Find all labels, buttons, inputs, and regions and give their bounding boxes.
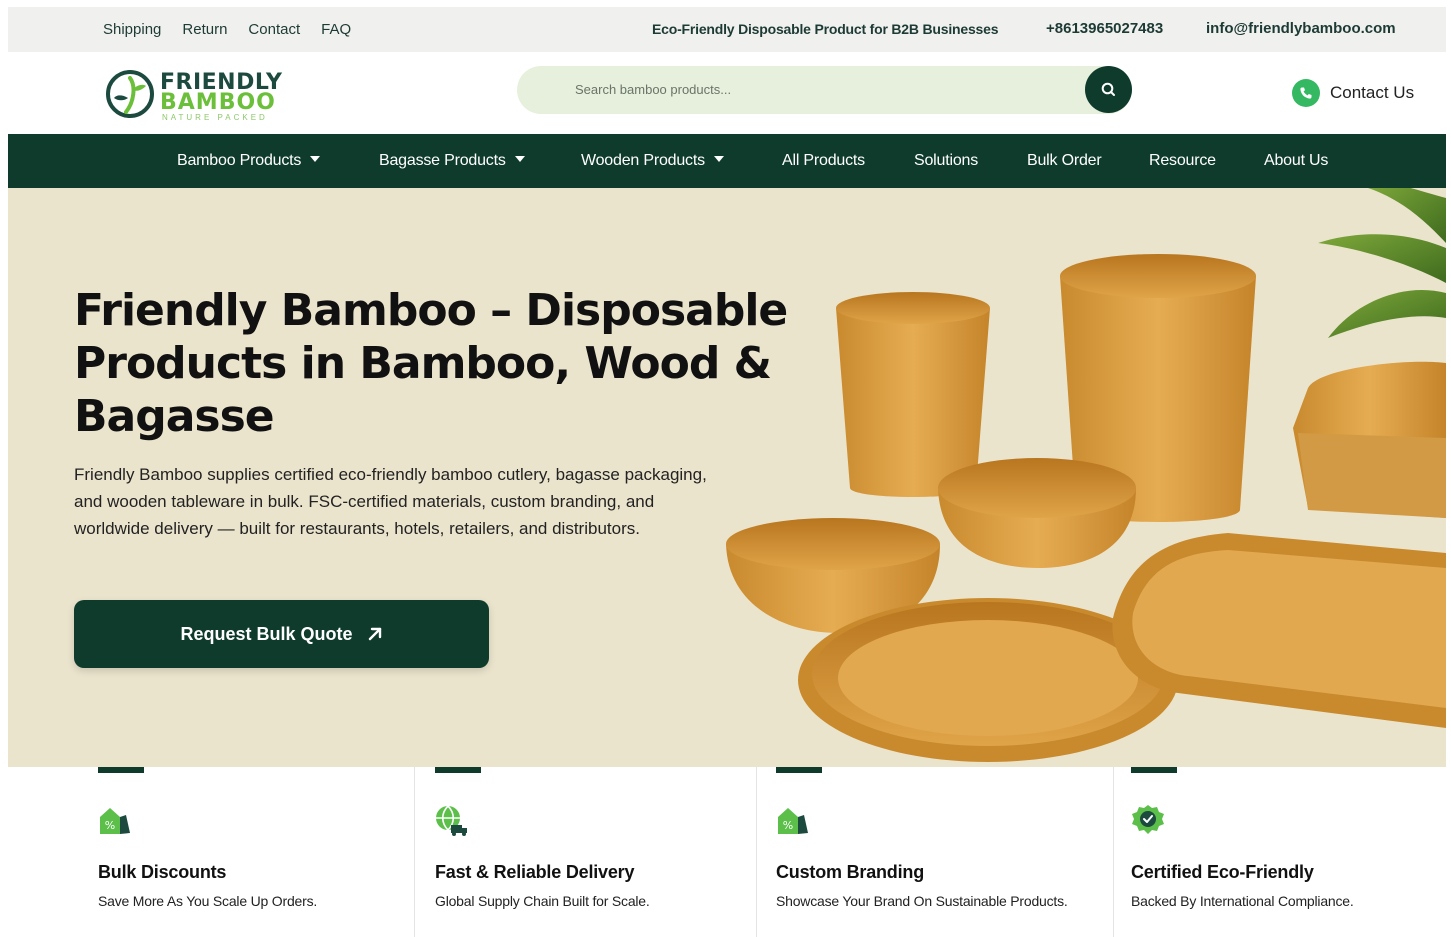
feature-card: Certified Eco-Friendly Backed By Interna… xyxy=(1113,767,1446,937)
search-bar[interactable]: Search bamboo products... xyxy=(517,66,1132,114)
feature-title: Fast & Reliable Delivery xyxy=(435,862,635,882)
caret-down-icon xyxy=(713,155,724,162)
bamboo-logo-icon xyxy=(106,70,154,118)
topbar-tagline: Eco-Friendly Disposable Product for B2B … xyxy=(652,21,999,37)
feature-title: Bulk Discounts xyxy=(98,862,227,882)
hero-title: Friendly Bamboo – Disposable Products in… xyxy=(74,285,788,442)
discount-tag-icon: % xyxy=(100,808,130,834)
phone-icon xyxy=(1292,79,1320,107)
feature-card: % Bulk Discounts Save More As You Scale … xyxy=(8,767,414,937)
feature-accent-bar xyxy=(435,767,481,773)
feature-title: Custom Branding xyxy=(776,862,924,882)
arrow-up-right-icon xyxy=(368,627,381,641)
feature-accent-bar xyxy=(98,767,144,773)
svg-text:%: % xyxy=(105,819,115,832)
topbar-email[interactable]: info@friendlybamboo.com xyxy=(1206,20,1396,37)
contact-us-label: Contact Us xyxy=(1330,83,1415,102)
logo-line-bamboo: BAMBOO xyxy=(160,90,276,115)
feature-description: Save More As You Scale Up Orders. xyxy=(98,893,318,909)
nav-item-bamboo-products[interactable]: Bamboo Products xyxy=(177,152,321,170)
cta-label: Request Bulk Quote xyxy=(180,623,353,644)
search-input[interactable]: Search bamboo products... xyxy=(575,82,731,97)
shipping-link[interactable]: Shipping xyxy=(103,21,161,38)
topbar-phone[interactable]: +8613965027483 xyxy=(1046,20,1163,37)
feature-description: Backed By International Compliance. xyxy=(1131,893,1354,909)
nav-item-resource[interactable]: Resource xyxy=(1149,152,1216,170)
nav-label: Solutions xyxy=(914,152,979,169)
feature-accent-bar xyxy=(1131,767,1177,773)
nav-item-bulk-order[interactable]: Bulk Order xyxy=(1027,152,1102,170)
discount-tag-icon: % xyxy=(778,808,808,834)
caret-down-icon xyxy=(310,155,321,162)
globe-delivery-icon xyxy=(436,805,467,836)
feature-accent-bar xyxy=(776,767,822,773)
feature-card: Fast & Reliable Delivery Global Supply C… xyxy=(414,767,756,937)
request-bulk-quote-button[interactable]: Request Bulk Quote xyxy=(74,600,489,668)
hero-section: Friendly Bamboo – Disposable Products in… xyxy=(8,188,1446,767)
feature-description: Showcase Your Brand On Sustainable Produ… xyxy=(776,893,1068,909)
nav-item-wooden-products[interactable]: Wooden Products xyxy=(581,152,724,170)
features-strip: % Bulk Discounts Save More As You Scale … xyxy=(8,767,1446,937)
logo-tagline: NATURE PACKED xyxy=(162,113,268,122)
search-icon xyxy=(1101,82,1115,96)
certified-badge-icon xyxy=(1132,805,1164,834)
nav-item-all-products[interactable]: All Products xyxy=(782,152,865,170)
nav-label: Bamboo Products xyxy=(177,152,302,169)
nav-label: Resource xyxy=(1149,152,1216,169)
contact-link[interactable]: Contact xyxy=(248,21,300,38)
svg-text:%: % xyxy=(783,819,793,832)
feature-title: Certified Eco-Friendly xyxy=(1131,862,1314,882)
nav-label: All Products xyxy=(782,152,865,169)
nav-label: Bulk Order xyxy=(1027,152,1102,169)
search-button[interactable] xyxy=(1085,66,1132,113)
nav-item-about-us[interactable]: About Us xyxy=(1264,152,1328,170)
feature-description: Global Supply Chain Built for Scale. xyxy=(435,893,650,909)
nav-label: Wooden Products xyxy=(581,152,705,169)
nav-label: About Us xyxy=(1264,152,1329,169)
top-utility-bar: Shipping Return Contact FAQ Eco-Friendly… xyxy=(8,7,1446,52)
return-link[interactable]: Return xyxy=(182,21,227,38)
nav-label: Bagasse Products xyxy=(379,152,506,169)
faq-link[interactable]: FAQ xyxy=(321,21,351,38)
top-links: Shipping Return Contact FAQ xyxy=(103,21,351,38)
main-nav: Bamboo Products Bagasse Products Wooden … xyxy=(8,134,1446,188)
nav-item-bagasse-products[interactable]: Bagasse Products xyxy=(379,152,525,170)
caret-down-icon xyxy=(514,155,525,162)
feature-card: % Custom Branding Showcase Your Brand On… xyxy=(756,767,1113,937)
nav-item-solutions[interactable]: Solutions xyxy=(914,152,978,170)
logo[interactable]: FRIENDLY BAMBOO NATURE PACKED xyxy=(104,68,284,122)
bamboo-tableware-image xyxy=(726,188,1446,762)
contact-us-button[interactable]: Contact Us xyxy=(1292,79,1414,107)
site-header: FRIENDLY BAMBOO NATURE PACKED Search bam… xyxy=(8,52,1446,134)
hero-description: Friendly Bamboo supplies certified eco-f… xyxy=(74,465,707,538)
